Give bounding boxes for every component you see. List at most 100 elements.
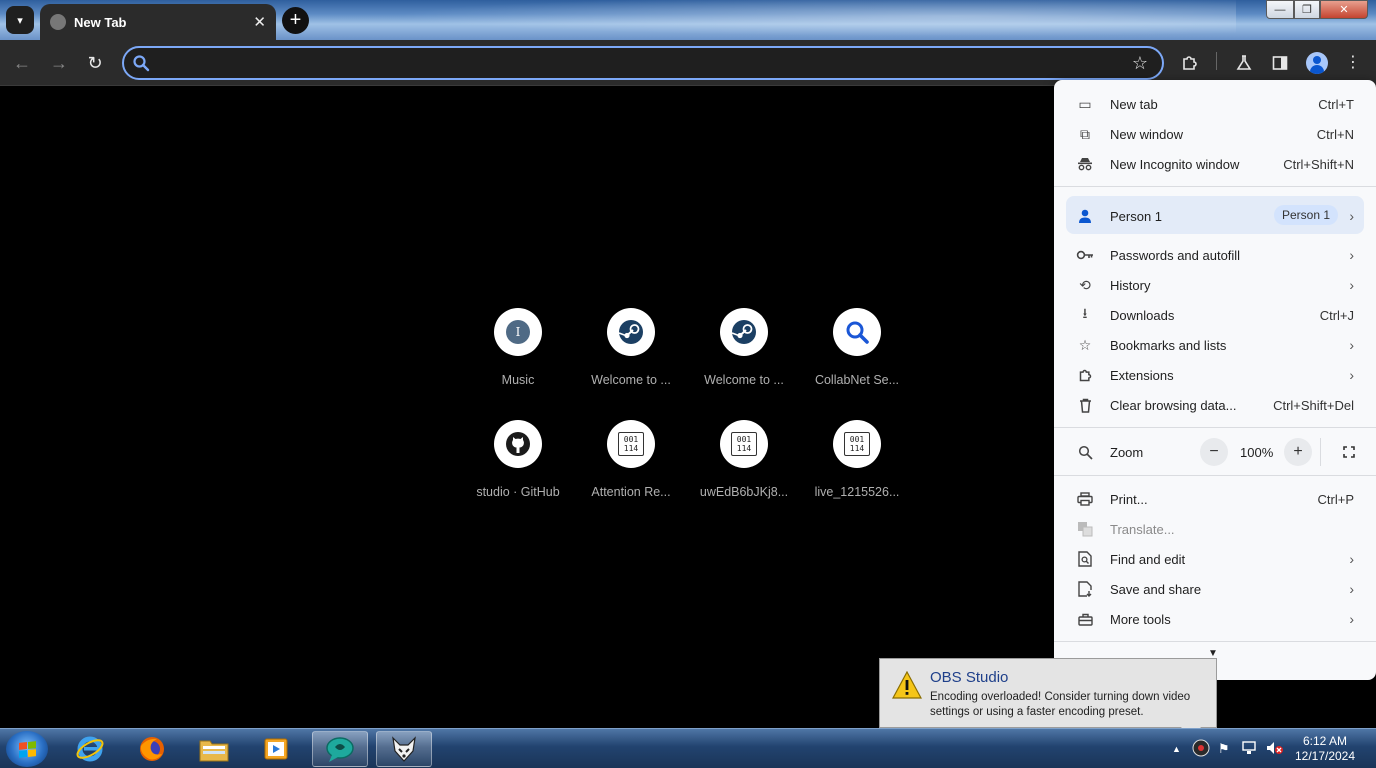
menu-item-extensions[interactable]: Extensions ›: [1054, 360, 1376, 390]
chevron-right-icon: ›: [1349, 247, 1354, 263]
menu-item-translate[interactable]: Translate...: [1054, 514, 1376, 544]
fullscreen-button[interactable]: [1335, 438, 1363, 466]
shortcut-tile[interactable]: studio · GitHub: [462, 420, 574, 499]
profile-pill: Person 1: [1273, 205, 1338, 225]
address-bar[interactable]: ☆: [122, 46, 1164, 80]
labs-button[interactable]: [1232, 51, 1256, 75]
menu-item-shortcut: Ctrl+T: [1318, 96, 1354, 112]
reload-button[interactable]: ↻: [84, 52, 106, 74]
bookmark-star-icon[interactable]: ☆: [1132, 53, 1148, 74]
puzzle-icon: [1183, 56, 1197, 70]
menu-item-history[interactable]: ⟲ History ›: [1054, 270, 1376, 300]
shortcut-tile[interactable]: Welcome to ...: [575, 308, 687, 387]
menu-item-find-edit[interactable]: Find and edit ›: [1054, 544, 1376, 574]
extensions-button[interactable]: [1178, 51, 1202, 75]
shortcut-label: CollabNet Se...: [814, 373, 900, 387]
new-tab-button[interactable]: +: [282, 7, 309, 34]
taskbar-chat-app[interactable]: [312, 731, 368, 767]
menu-item-downloads[interactable]: ⭳ Downloads Ctrl+J: [1054, 300, 1376, 330]
close-tab-icon[interactable]: ✕: [253, 13, 266, 31]
zoom-level: 100%: [1240, 445, 1274, 460]
profile-button[interactable]: [1305, 51, 1329, 75]
fullscreen-icon: [1343, 446, 1355, 458]
system-clock[interactable]: 6:12 AM 12/17/2024: [1290, 734, 1360, 764]
window-controls: — ❐ ✕: [1266, 0, 1368, 19]
forward-button[interactable]: →: [48, 52, 70, 74]
back-button[interactable]: ←: [11, 52, 33, 74]
taskbar-file-explorer[interactable]: [186, 731, 242, 767]
menu-item-label: New Incognito window: [1110, 156, 1240, 172]
obs-notification[interactable]: OBS Studio Encoding overloaded! Consider…: [879, 658, 1217, 728]
shortcut-label: live_1215526...: [814, 485, 900, 499]
menu-item-new-tab[interactable]: ▭ New tab Ctrl+T: [1054, 89, 1376, 119]
taskbar-fox-app[interactable]: [376, 731, 432, 767]
side-panel-button[interactable]: [1268, 51, 1292, 75]
clock-date: 12/17/2024: [1294, 749, 1356, 763]
start-button[interactable]: [6, 731, 48, 767]
shortcut-tile[interactable]: I Music: [462, 308, 574, 387]
tab-search-button[interactable]: ▾: [6, 6, 34, 34]
shortcut-tile[interactable]: Welcome to ...: [688, 308, 800, 387]
chrome-menu: ▭ New tab Ctrl+T ⧉ New window Ctrl+N New…: [1054, 80, 1376, 680]
menu-item-new-incognito[interactable]: New Incognito window Ctrl+Shift+N: [1054, 149, 1376, 179]
shortcut-tile[interactable]: 001 114 uwEdB6bJKj8...: [688, 420, 800, 499]
shortcut-label: Welcome to ...: [704, 373, 784, 387]
menu-item-more-tools[interactable]: More tools ›: [1054, 604, 1376, 634]
menu-item-clear-data[interactable]: Clear browsing data... Ctrl+Shift+Del: [1054, 390, 1376, 420]
windows-logo-icon: [18, 740, 36, 758]
menu-item-shortcut: Ctrl+Shift+Del: [1273, 397, 1354, 413]
show-hidden-icons-arrow[interactable]: ▲: [1172, 744, 1181, 754]
menu-divider: [1054, 641, 1376, 642]
taskbar-internet-explorer[interactable]: [62, 731, 118, 767]
shortcut-tile[interactable]: 001 114 live_1215526...: [801, 420, 913, 499]
menu-item-print[interactable]: Print... Ctrl+P: [1054, 484, 1376, 514]
menu-item-label: New window: [1110, 126, 1183, 142]
menu-item-bookmarks[interactable]: ☆ Bookmarks and lists ›: [1054, 330, 1376, 360]
flag-icon[interactable]: ⚑: [1218, 741, 1230, 757]
maximize-button[interactable]: ❐: [1294, 0, 1320, 19]
shortcut-label: Welcome to ...: [591, 373, 671, 387]
media-player-icon: [264, 738, 288, 760]
file-explorer-icon: [199, 740, 229, 762]
menu-item-shortcut: Ctrl+J: [1319, 307, 1354, 323]
star-icon: ☆: [1078, 336, 1092, 353]
github-icon: [506, 432, 530, 456]
shortcut-tile[interactable]: 001 114 Attention Re...: [575, 420, 687, 499]
menu-item-label: More tools: [1110, 611, 1171, 627]
shortcut-icon-circle: I: [494, 308, 542, 356]
menu-item-new-window[interactable]: ⧉ New window Ctrl+N: [1054, 119, 1376, 149]
zoom-in-button[interactable]: +: [1284, 438, 1312, 466]
letter-icon: I: [506, 320, 530, 344]
network-icon[interactable]: [1242, 741, 1258, 758]
taskbar-media-player[interactable]: [248, 731, 304, 767]
tab-new-tab[interactable]: New Tab ✕: [40, 4, 276, 40]
menu-item-label: Translate...: [1110, 521, 1175, 537]
close-window-button[interactable]: ✕: [1320, 0, 1368, 19]
save-page-icon: [1076, 580, 1094, 598]
menu-item-passwords[interactable]: Passwords and autofill ›: [1054, 240, 1376, 270]
tab-title: New Tab: [74, 14, 127, 30]
translate-icon: [1076, 520, 1094, 538]
shortcut-icon-circle: 001 114: [833, 420, 881, 468]
menu-item-label: Clear browsing data...: [1110, 397, 1237, 413]
shortcut-tile[interactable]: CollabNet Se...: [801, 308, 913, 387]
chevron-down-icon: ▾: [17, 14, 23, 27]
menu-item-shortcut: Ctrl+Shift+N: [1283, 156, 1354, 172]
search-icon: [133, 55, 150, 72]
minimize-button[interactable]: —: [1266, 0, 1294, 19]
shortcut-icon-circle: [494, 420, 542, 468]
obs-tray-icon[interactable]: [1192, 739, 1210, 760]
notification-message: Encoding overloaded! Consider turning do…: [930, 691, 1191, 718]
firefox-icon: [140, 737, 164, 761]
volume-muted-icon[interactable]: [1266, 741, 1284, 758]
shortcut-label: studio · GitHub: [476, 485, 560, 499]
menu-item-label: Downloads: [1110, 307, 1175, 323]
more-vertical-icon: ⋮: [1345, 54, 1361, 71]
zoom-out-button[interactable]: −: [1200, 438, 1228, 466]
menu-item-save-share[interactable]: Save and share ›: [1054, 574, 1376, 604]
printer-icon: [1076, 490, 1094, 508]
menu-item-person-content[interactable]: Person 1 Person 1 ›: [1054, 201, 1376, 231]
shortcut-icon-circle: [720, 308, 768, 356]
menu-button[interactable]: ⋮: [1341, 51, 1365, 75]
taskbar-firefox[interactable]: [124, 731, 180, 767]
